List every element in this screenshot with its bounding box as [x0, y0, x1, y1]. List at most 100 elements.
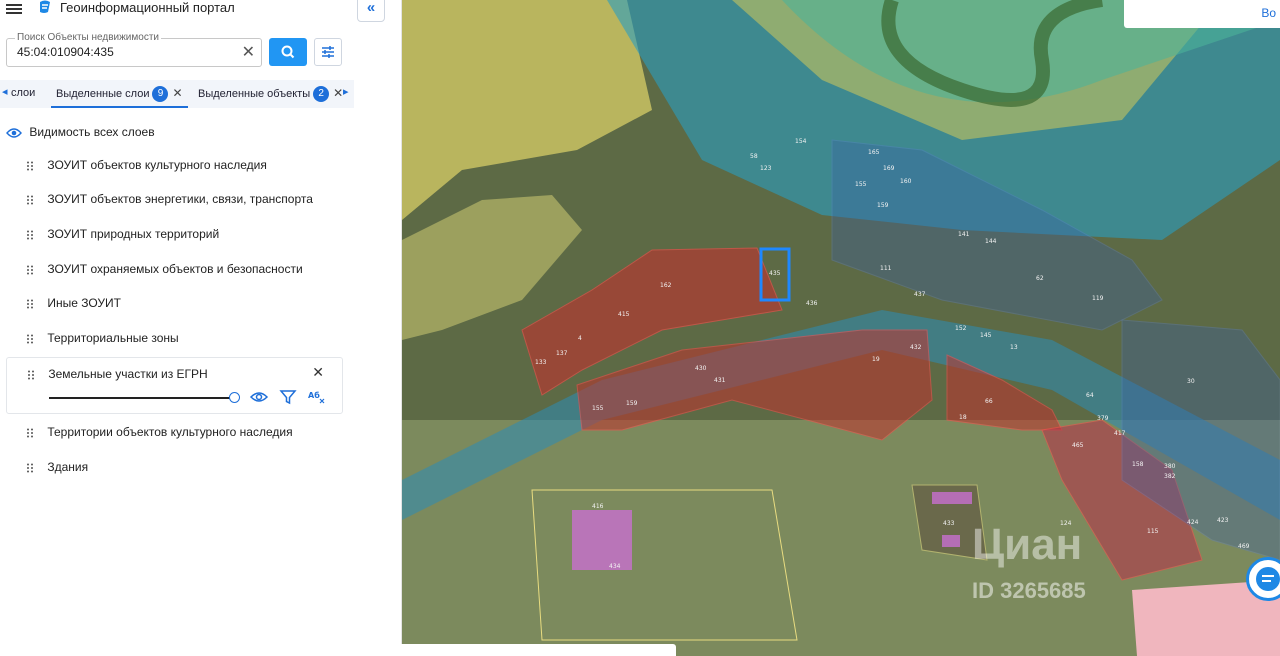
top-bar: Геоинформационный портал «	[0, 0, 402, 32]
opacity-slider-track[interactable]	[49, 397, 234, 399]
search-settings-button[interactable]	[314, 38, 342, 66]
plot-number-label: 152	[955, 325, 967, 332]
layer-item[interactable]: ЗОУИТ объектов энергетики, связи, трансп…	[26, 192, 313, 206]
tab-selected-layers[interactable]: Выделенные слои 9 ✕	[51, 80, 188, 108]
plot-number-label: 66	[985, 398, 993, 405]
active-layer-card: Земельные участки из ЕГРН ✕ Аб	[6, 357, 343, 414]
layer-item[interactable]: Территориальные зоны	[26, 331, 179, 345]
plot-number-label: 416	[592, 503, 604, 510]
plot-number-label: 13	[1010, 344, 1018, 351]
text-labels-icon[interactable]: Аб	[307, 388, 327, 406]
toggle-all-layers[interactable]: Видимость всех слоев	[6, 125, 155, 139]
plot-number-label: 379	[1097, 415, 1109, 422]
tab-selected-objects[interactable]: Выделенные объекты 2 ✕	[198, 80, 343, 108]
plot-number-label: 30	[1187, 378, 1195, 385]
drag-handle-icon[interactable]	[26, 428, 34, 438]
plot-number-label: 19	[872, 356, 880, 363]
layer-label: Территории объектов культурного наследия	[47, 425, 293, 439]
tab-label: Выделенные объекты	[198, 88, 311, 100]
plot-number-label: 64	[1086, 392, 1094, 399]
layer-item[interactable]: Территории объектов культурного наследия	[26, 425, 293, 439]
drag-handle-icon[interactable]	[26, 334, 34, 344]
map-canvas[interactable]: 435 436 437 162 415 137 133 4 155 159 430 431 19 432 1…	[402, 0, 1280, 656]
plot-number-label: 433	[943, 520, 955, 527]
search-field[interactable]: Поиск Объекты недвижимости ✕	[6, 32, 262, 67]
opacity-slider-thumb[interactable]	[229, 392, 240, 403]
plot-number-label: 155	[855, 181, 867, 188]
drag-handle-icon[interactable]	[26, 463, 34, 473]
tab-layers[interactable]: слои	[11, 80, 35, 108]
visibility-label: Видимость всех слоев	[29, 125, 155, 139]
close-icon[interactable]: ✕	[312, 364, 324, 381]
building[interactable]	[932, 492, 972, 504]
plot-number-label: 58	[750, 153, 758, 160]
plot-number-label: 465	[1072, 442, 1084, 449]
layer-item[interactable]: ЗОУИТ охраняемых объектов и безопасности	[26, 262, 303, 276]
drag-handle-icon[interactable]	[26, 195, 34, 205]
svg-text:Аб: Аб	[308, 390, 320, 400]
layer-label: ЗОУИТ объектов энергетики, связи, трансп…	[47, 192, 313, 206]
plot-number-label: 133	[535, 359, 547, 366]
layer-item[interactable]: ЗОУИТ объектов культурного наследия	[26, 158, 267, 172]
info-popup-text: Во	[1261, 6, 1276, 20]
filter-icon[interactable]	[278, 388, 298, 406]
search-input[interactable]	[17, 45, 237, 59]
plot-number-label: 380	[1164, 463, 1176, 470]
close-icon[interactable]: ✕	[333, 86, 343, 100]
search-button[interactable]	[269, 38, 307, 66]
map-view[interactable]: 435 436 437 162 415 137 133 4 155 159 430 431 19 432 1…	[402, 0, 1280, 656]
bottom-panel-edge	[363, 644, 676, 656]
double-chevron-left-icon: «	[366, 0, 376, 16]
layer-item[interactable]: ЗОУИТ природных территорий	[26, 227, 219, 241]
plot-number-label: 115	[1147, 528, 1159, 535]
plot-number-label: 123	[760, 165, 772, 172]
plot-number-label: 431	[714, 377, 726, 384]
watermark-id: ID 3265685	[972, 578, 1086, 603]
sidebar: Геоинформационный портал « Поиск Объекты…	[0, 0, 402, 656]
plot-number-label: 18	[959, 414, 967, 421]
info-popup[interactable]: Во	[1124, 0, 1280, 28]
drag-handle-icon[interactable]	[26, 299, 34, 309]
plot-number-label: 424	[1187, 519, 1199, 526]
layer-item[interactable]: Иные ЗОУИТ	[26, 296, 121, 310]
drag-handle-icon[interactable]	[26, 230, 34, 240]
plot-number-label: 137	[556, 350, 568, 357]
layer-label: Здания	[47, 460, 89, 474]
drag-handle-icon[interactable]	[26, 161, 34, 171]
tabs-scroll-right-icon[interactable]: ▸	[343, 85, 349, 98]
clear-search-icon[interactable]: ✕	[242, 42, 255, 62]
chat-icon	[1256, 567, 1280, 591]
building[interactable]	[942, 535, 960, 547]
layer-label: ЗОУИТ объектов культурного наследия	[47, 158, 267, 172]
plot-number-label: 154	[795, 138, 807, 145]
plot-number-label: 159	[626, 400, 638, 407]
plot-number-label: 144	[985, 238, 997, 245]
app-title: Геоинформационный портал	[60, 0, 235, 15]
plot-number-label: 434	[609, 563, 621, 570]
tabs-scroll-left-icon[interactable]: ◂	[2, 85, 8, 98]
close-icon[interactable]: ✕	[172, 86, 182, 100]
plot-number-label: 169	[883, 165, 895, 172]
layer-item[interactable]: Здания	[26, 460, 88, 474]
plot-number-label: 119	[1092, 295, 1104, 302]
portal-logo-icon	[40, 0, 50, 13]
plot-number-label: 155	[592, 405, 604, 412]
plot-number-label: 141	[958, 231, 970, 238]
search-label: Поиск Объекты недвижимости	[15, 32, 161, 43]
layer-item[interactable]: Земельные участки из ЕГРН	[27, 367, 208, 381]
plot-number-label: 4	[578, 335, 582, 342]
collapse-sidebar-button[interactable]: «	[357, 0, 385, 22]
plot-number-label: 417	[1114, 430, 1126, 437]
layer-label: Территориальные зоны	[47, 331, 179, 345]
chat-button[interactable]	[1246, 557, 1280, 601]
plot-number-label: 435	[769, 270, 781, 277]
layer-label: Иные ЗОУИТ	[47, 296, 121, 310]
eye-icon[interactable]	[249, 388, 269, 406]
building[interactable]	[572, 510, 632, 570]
plot-number-label: 469	[1238, 543, 1250, 550]
plot-number-label: 62	[1036, 275, 1044, 282]
drag-handle-icon[interactable]	[27, 370, 35, 380]
sliders-icon	[322, 46, 334, 58]
menu-icon[interactable]	[6, 2, 22, 16]
drag-handle-icon[interactable]	[26, 265, 34, 275]
